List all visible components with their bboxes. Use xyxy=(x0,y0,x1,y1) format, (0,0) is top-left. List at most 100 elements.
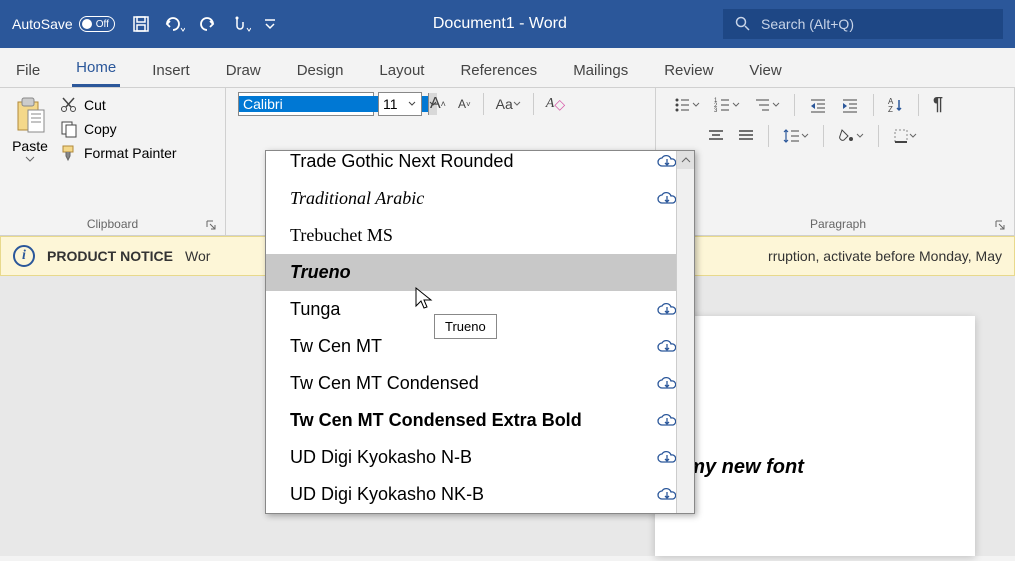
font-option-label: UD Digi Kyokasho N-B xyxy=(290,447,472,468)
toggle-switch[interactable]: Off xyxy=(79,16,115,32)
align-center-button[interactable] xyxy=(704,127,728,145)
font-option[interactable]: Traditional Arabic xyxy=(266,180,694,217)
font-option-label: Trade Gothic Next Rounded xyxy=(290,151,513,172)
font-option-label: Trebuchet MS xyxy=(290,225,393,246)
document-title: Document1 - Word xyxy=(285,15,715,33)
toggle-knob xyxy=(82,19,92,29)
svg-text:3: 3 xyxy=(714,108,718,113)
notice-text-left: Wor xyxy=(185,248,210,264)
paste-button[interactable]: Paste xyxy=(8,92,52,166)
autosave-label: AutoSave xyxy=(12,16,73,32)
tab-file[interactable]: File xyxy=(12,54,44,87)
increase-indent-button[interactable] xyxy=(837,95,863,115)
font-option[interactable]: Trebuchet MS xyxy=(266,217,694,254)
dialog-launcher-icon[interactable] xyxy=(205,219,217,231)
font-size-combobox[interactable] xyxy=(378,92,422,116)
align-justify-button[interactable] xyxy=(734,127,758,145)
line-spacing-button[interactable] xyxy=(779,126,813,146)
shading-button[interactable] xyxy=(834,126,868,146)
cloud-download-icon xyxy=(656,339,678,355)
tab-view[interactable]: View xyxy=(745,54,785,87)
scrollbar[interactable] xyxy=(676,151,694,513)
tab-mailings[interactable]: Mailings xyxy=(569,54,632,87)
sort-button[interactable]: AZ xyxy=(884,95,908,115)
document-page[interactable]: f my new font xyxy=(655,316,975,556)
font-option[interactable]: Tw Cen MT Condensed Extra Bold xyxy=(266,402,694,439)
font-option-label: Tw Cen MT Condensed xyxy=(290,373,479,394)
cloud-download-icon xyxy=(656,154,678,170)
save-icon[interactable] xyxy=(131,14,151,34)
font-option-label: Trueno xyxy=(290,262,351,283)
font-option-label: Traditional Arabic xyxy=(290,188,424,209)
cut-button[interactable]: Cut xyxy=(60,96,177,114)
dialog-launcher-icon[interactable] xyxy=(994,219,1006,231)
format-painter-label: Format Painter xyxy=(84,145,177,161)
chevron-down-icon xyxy=(25,156,35,162)
multilevel-list-button[interactable] xyxy=(750,95,784,115)
font-option-label: Tunga xyxy=(290,299,340,320)
cloud-download-icon xyxy=(656,487,678,503)
borders-button[interactable] xyxy=(889,126,921,146)
tooltip: Trueno xyxy=(434,314,497,339)
cloud-download-icon xyxy=(656,376,678,392)
grow-font-button[interactable]: A˄ xyxy=(426,93,450,115)
tab-draw[interactable]: Draw xyxy=(222,54,265,87)
font-size-dropdown-button[interactable] xyxy=(403,93,421,115)
tab-review[interactable]: Review xyxy=(660,54,717,87)
autosave-toggle[interactable]: AutoSave Off xyxy=(12,16,115,32)
quick-access-toolbar xyxy=(131,14,277,34)
font-option-label: Tw Cen MT Condensed Extra Bold xyxy=(290,410,582,431)
copy-icon xyxy=(60,120,78,138)
tab-home[interactable]: Home xyxy=(72,51,120,87)
tab-design[interactable]: Design xyxy=(293,54,348,87)
search-icon xyxy=(735,16,751,32)
font-name-combobox[interactable] xyxy=(238,92,374,116)
font-option[interactable]: Trade Gothic Next Rounded xyxy=(266,151,694,180)
show-paragraph-marks-button[interactable]: ¶ xyxy=(929,92,947,117)
font-option[interactable]: Trueno xyxy=(266,254,694,291)
tab-insert[interactable]: Insert xyxy=(148,54,194,87)
search-box[interactable]: Search (Alt+Q) xyxy=(723,9,1003,39)
touch-mode-icon[interactable] xyxy=(229,14,251,34)
search-placeholder: Search (Alt+Q) xyxy=(761,16,854,32)
decrease-indent-button[interactable] xyxy=(805,95,831,115)
notice-label: PRODUCT NOTICE xyxy=(47,248,173,264)
notice-text-right: rruption, activate before Monday, May xyxy=(768,248,1002,264)
svg-text:Z: Z xyxy=(888,105,893,113)
tab-references[interactable]: References xyxy=(456,54,541,87)
scroll-up-button[interactable] xyxy=(677,151,694,169)
redo-icon[interactable] xyxy=(197,14,217,34)
change-case-button[interactable]: Aa xyxy=(492,94,525,114)
info-icon: i xyxy=(13,245,35,267)
font-size-input[interactable] xyxy=(379,96,403,112)
clipboard-group-label: Clipboard xyxy=(8,213,217,235)
clipboard-icon xyxy=(12,96,48,136)
cloud-download-icon xyxy=(656,302,678,318)
toggle-state: Off xyxy=(96,19,109,30)
format-painter-button[interactable]: Format Painter xyxy=(60,144,177,162)
cloud-download-icon xyxy=(656,450,678,466)
paste-label: Paste xyxy=(12,138,48,154)
clear-formatting-button[interactable]: A◇ xyxy=(542,94,569,115)
cloud-download-icon xyxy=(656,191,678,207)
font-option[interactable]: UD Digi Kyokasho NK-B xyxy=(266,476,694,513)
copy-button[interactable]: Copy xyxy=(60,120,177,138)
copy-label: Copy xyxy=(84,121,117,137)
qat-customize-icon[interactable] xyxy=(263,14,277,34)
paintbrush-icon xyxy=(60,144,78,162)
numbering-button[interactable]: 123 xyxy=(710,95,744,115)
ribbon-tabs: File Home Insert Draw Design Layout Refe… xyxy=(0,48,1015,88)
undo-icon[interactable] xyxy=(163,14,185,34)
font-option[interactable]: Tw Cen MT Condensed xyxy=(266,365,694,402)
cut-label: Cut xyxy=(84,97,106,113)
paragraph-group-label: Paragraph xyxy=(670,213,1006,235)
clipboard-group: Paste Cut Copy Format Painter Clipboa xyxy=(0,88,226,235)
bullets-button[interactable] xyxy=(670,95,704,115)
scissors-icon xyxy=(60,96,78,114)
font-option-label: UD Digi Kyokasho NK-B xyxy=(290,484,484,505)
shrink-font-button[interactable]: A˅ xyxy=(454,95,475,113)
cloud-download-icon xyxy=(656,413,678,429)
paragraph-group: 123 AZ ¶ Paragraph xyxy=(656,88,1015,235)
tab-layout[interactable]: Layout xyxy=(375,54,428,87)
font-option[interactable]: UD Digi Kyokasho N-B xyxy=(266,439,694,476)
